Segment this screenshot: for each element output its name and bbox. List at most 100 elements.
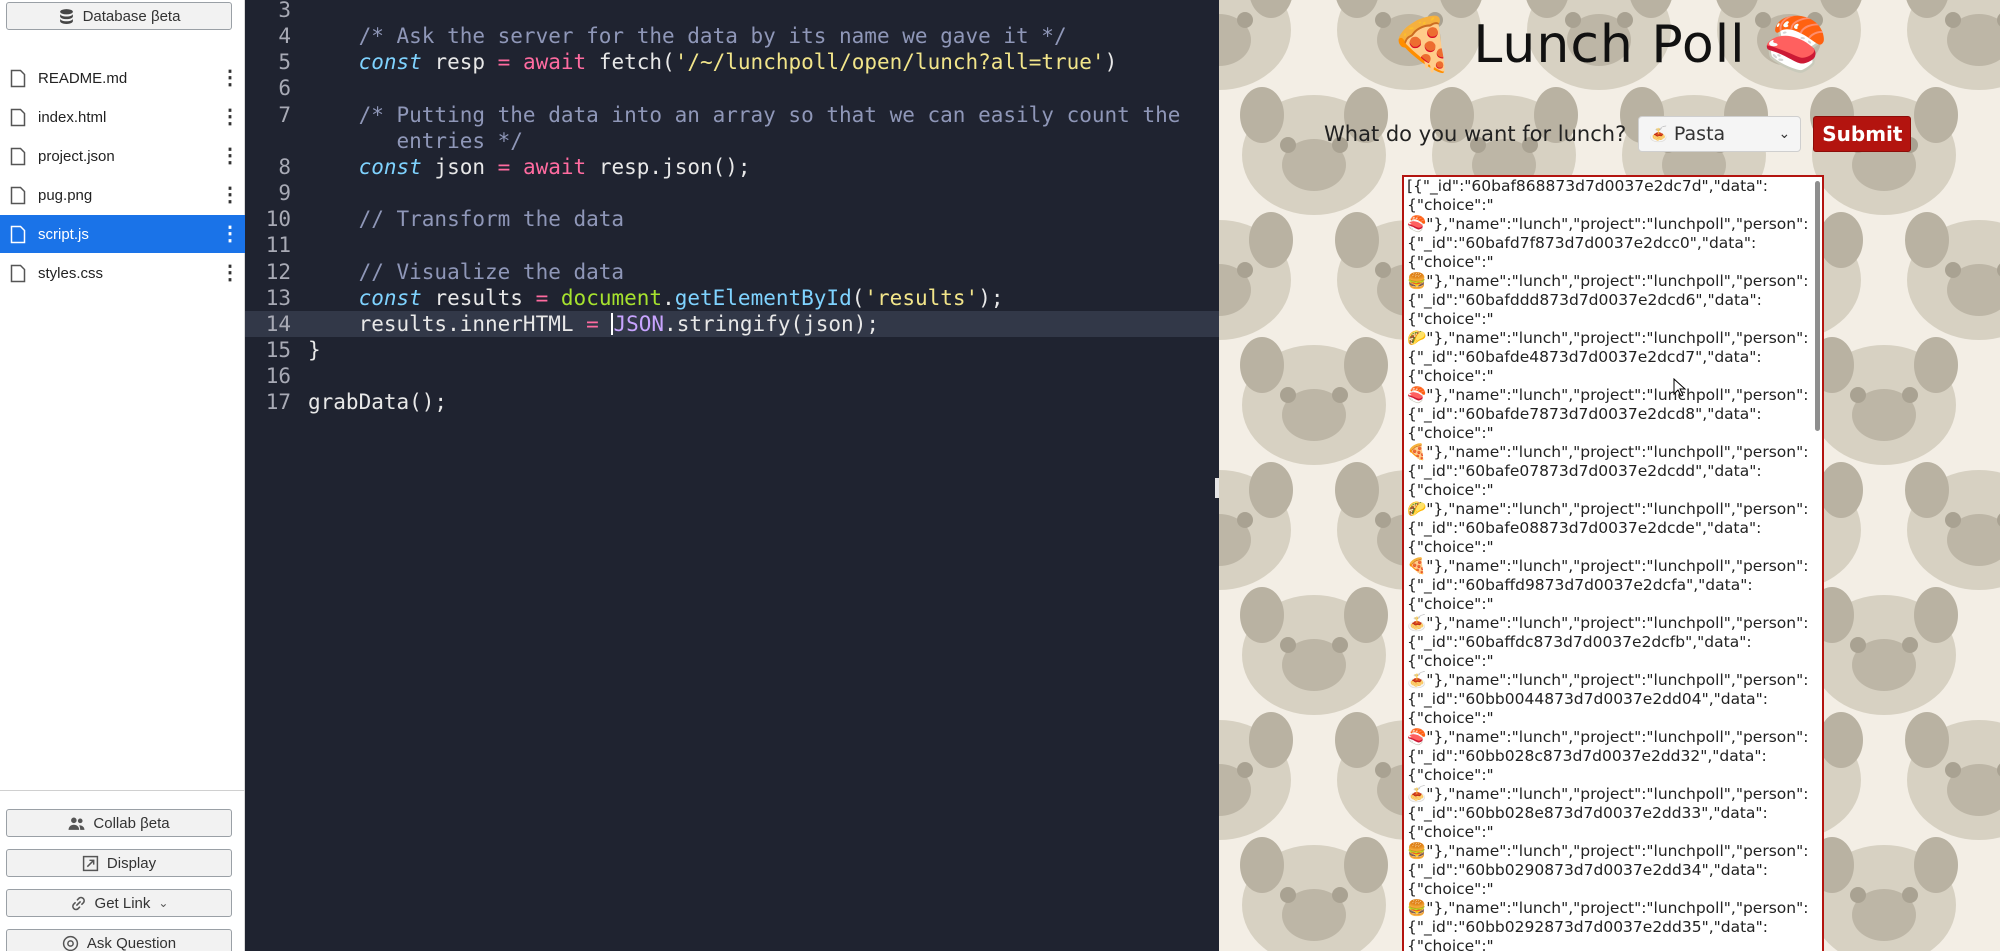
line-text: entries */: [308, 128, 523, 153]
result-line: {"_id":"60bb0044873d7d0037e2dd04","data"…: [1407, 690, 1769, 708]
code-line[interactable]: 15}: [245, 337, 1219, 363]
file-item[interactable]: index.html ⋮: [0, 98, 245, 136]
line-number: 17: [265, 390, 291, 415]
collab-button-label: Collab βeta: [93, 814, 170, 832]
result-line: {"choice":": [1407, 880, 1494, 898]
line-number: 14: [265, 311, 291, 336]
line-text: grabData();: [308, 390, 448, 415]
file-item[interactable]: project.json ⋮: [0, 137, 245, 175]
display-button-label: Display: [106, 854, 157, 872]
collab-button[interactable]: Collab βeta: [6, 809, 232, 837]
file-item[interactable]: script.js ⋮: [0, 215, 245, 253]
result-line: {"choice":": [1407, 709, 1494, 727]
line-number: 12: [265, 259, 291, 284]
result-line: 🍣"},"name":"lunch","project":"lunchpoll"…: [1407, 728, 1807, 746]
database-button-label: Database βeta: [82, 7, 181, 25]
code-editor[interactable]: 34 /* Ask the server for the data by its…: [245, 0, 1219, 951]
code-line[interactable]: 16: [245, 363, 1219, 389]
result-line: {"_id":"60baffdc873d7d0037e2dcfb","data"…: [1407, 633, 1752, 651]
line-text: /* Ask the server for the data by its na…: [308, 24, 1067, 49]
file-item[interactable]: README.md ⋮: [0, 59, 245, 97]
more-options-icon[interactable]: ⋮: [215, 146, 245, 166]
ask-question-button[interactable]: Ask Question: [6, 929, 232, 951]
file-name: project.json: [38, 147, 115, 165]
get-link-button[interactable]: Get Link ⌄: [6, 889, 232, 917]
code-line[interactable]: 6: [245, 75, 1219, 101]
line-number: 3: [278, 0, 291, 22]
file-name: README.md: [38, 69, 128, 87]
poll-question-label: What do you want for lunch?: [1324, 122, 1627, 146]
more-options-icon[interactable]: ⋮: [215, 68, 245, 88]
result-line: {"choice":": [1407, 595, 1494, 613]
lunch-select[interactable]: 🍝 Pasta ⌄: [1638, 116, 1802, 152]
submit-button[interactable]: Submit: [1813, 116, 1912, 152]
result-line: 🍝"},"name":"lunch","project":"lunchpoll"…: [1407, 614, 1807, 632]
result-line: {"_id":"60bb0290873d7d0037e2dd34","data"…: [1407, 861, 1769, 879]
more-options-icon[interactable]: ⋮: [215, 107, 245, 127]
line-text: const json = await resp.json();: [358, 154, 751, 179]
file-item[interactable]: styles.css ⋮: [0, 254, 245, 292]
result-line: {"choice":": [1407, 538, 1494, 556]
result-line: {"choice":": [1407, 424, 1494, 442]
result-line: {"_id":"60baffd9873d7d0037e2dcfa","data"…: [1407, 576, 1753, 594]
result-line: 🍔"},"name":"lunch","project":"lunchpoll"…: [1407, 272, 1807, 290]
people-icon: [68, 817, 85, 830]
more-options-icon[interactable]: ⋮: [215, 185, 245, 205]
page-title: 🍕 Lunch Poll 🍣: [1219, 14, 2000, 75]
sushi-emoji: 🍣: [1763, 15, 1829, 75]
result-line: {"_id":"60bb0292873d7d0037e2dd35","data"…: [1407, 918, 1769, 936]
file-name: pug.png: [38, 186, 93, 204]
chevron-down-icon: ⌄: [1778, 126, 1791, 142]
poll-form: What do you want for lunch? 🍝 Pasta ⌄ Su…: [1324, 115, 1912, 153]
code-line[interactable]: 14 results.innerHTML = JSON.stringify(js…: [245, 310, 1219, 337]
line-number: 4: [278, 24, 291, 49]
code-line[interactable]: 12 // Visualize the data: [245, 259, 1219, 285]
pasta-emoji: 🍝: [1649, 125, 1668, 143]
more-options-icon[interactable]: ⋮: [215, 263, 245, 283]
file-item[interactable]: pug.png ⋮: [0, 176, 245, 214]
line-text: // Transform the data: [308, 207, 625, 232]
code-line[interactable]: 17 grabData();: [245, 389, 1219, 415]
code-line[interactable]: 3: [245, 0, 1219, 23]
result-line: {"_id":"60bb028c873d7d0037e2dd32","data"…: [1407, 747, 1767, 765]
code-line[interactable]: 9: [245, 180, 1219, 206]
title-text: Lunch Poll: [1473, 15, 1746, 75]
display-button[interactable]: Display: [6, 849, 232, 877]
code-line[interactable]: 5 const resp = await fetch('/~/lunchpoll…: [245, 49, 1219, 75]
code-line[interactable]: 7 /* Putting the data into an array so t…: [245, 102, 1219, 128]
result-line: {"_id":"60bafd7f873d7d0037e2dcc0","data"…: [1407, 234, 1757, 252]
chevron-down-icon: ⌄: [158, 896, 169, 910]
code-line[interactable]: 8 const json = await resp.json();: [245, 154, 1219, 180]
ask-question-button-label: Ask Question: [86, 934, 177, 951]
line-number: 16: [265, 364, 291, 389]
result-line: {"_id":"60bafde7873d7d0037e2dcd8","data"…: [1407, 405, 1762, 423]
file-name: script.js: [38, 225, 89, 243]
line-number: 10: [265, 207, 291, 232]
result-line: {"_id":"60bafe08873d7d0037e2dcde","data"…: [1407, 519, 1762, 537]
more-options-icon[interactable]: ⋮: [215, 224, 245, 244]
line-number: 8: [278, 154, 291, 179]
code-line[interactable]: 10 // Transform the data: [245, 206, 1219, 232]
result-line: 🍕"},"name":"lunch","project":"lunchpoll"…: [1407, 557, 1807, 575]
js-file-icon: [10, 225, 26, 243]
external-display-icon: [82, 855, 99, 871]
result-line: {"_id":"60bafddd873d7d0037e2dcd6","data"…: [1407, 291, 1762, 309]
code-line[interactable]: 11: [245, 232, 1219, 258]
results-box[interactable]: [{"_id":"60baf868873d7d0037e2dc7d","data…: [1402, 175, 1824, 951]
json-file-icon: [10, 147, 26, 165]
line-number: 7: [278, 102, 291, 127]
result-line: {"choice":": [1407, 253, 1494, 271]
code-line[interactable]: 4 /* Ask the server for the data by its …: [245, 23, 1219, 49]
code-line[interactable]: 13 const results = document.getElementBy…: [245, 285, 1219, 311]
question-icon: [62, 935, 79, 951]
markdown-file-icon: [10, 69, 26, 87]
line-text: /* Putting the data into an array so tha…: [308, 102, 1181, 127]
code-line[interactable]: entries */: [245, 128, 1219, 154]
html-file-icon: [10, 108, 26, 126]
result-line: 🍝"},"name":"lunch","project":"lunchpoll"…: [1407, 671, 1807, 689]
database-button[interactable]: Database βeta: [6, 2, 232, 30]
app-preview: 🍕 Lunch Poll 🍣 What do you want for lunc…: [1219, 0, 2000, 951]
line-number: 13: [265, 285, 291, 310]
mouse-pointer-icon: [1673, 378, 1687, 397]
results-scrollbar[interactable]: [1815, 181, 1820, 431]
